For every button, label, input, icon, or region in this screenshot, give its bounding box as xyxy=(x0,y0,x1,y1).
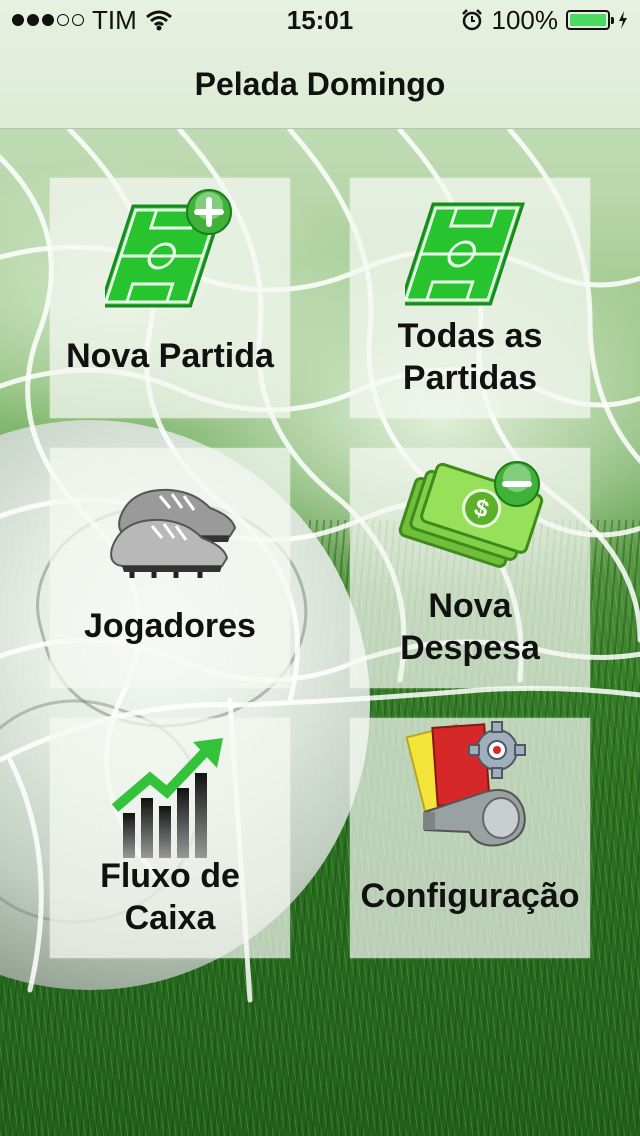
nova-partida-button[interactable]: Nova Partida xyxy=(50,178,290,418)
jogadores-label: Jogadores xyxy=(84,607,256,645)
chart-growth-icon xyxy=(111,738,223,858)
signal-dot-icon xyxy=(42,14,54,26)
page-title: Pelada Domingo xyxy=(194,66,446,102)
nova-despesa-label: Nova Despesa xyxy=(350,585,590,669)
signal-dot-icon xyxy=(57,14,69,26)
status-bar: TIM 15:01 100% xyxy=(0,0,640,40)
configuracao-label: Configuração xyxy=(360,877,580,915)
signal-strength-icon xyxy=(12,14,84,26)
nova-despesa-label-line1: Nova xyxy=(428,587,512,625)
signal-dot-icon xyxy=(27,14,39,26)
todas-partidas-label-line2: Partidas xyxy=(402,359,538,397)
todas-partidas-label: Todas as Partidas xyxy=(350,315,590,399)
signal-dot-icon xyxy=(72,14,84,26)
wifi-icon xyxy=(145,10,172,31)
configuracao-button[interactable]: Configuração xyxy=(350,718,590,958)
whistle-cards-gear-icon xyxy=(405,721,526,847)
nova-despesa-label-line2: Despesa xyxy=(400,629,540,667)
nova-despesa-button[interactable]: $ Nova Despesa xyxy=(350,448,590,688)
battery-icon xyxy=(566,10,614,30)
charging-bolt-icon xyxy=(619,11,627,29)
fluxo-caixa-button[interactable]: Fluxo de Caixa xyxy=(50,718,290,958)
carrier-name: TIM xyxy=(92,4,137,35)
todas-partidas-label-line1: Todas as xyxy=(397,317,543,355)
soccer-field-plus-icon xyxy=(105,189,232,308)
battery-percentage: 100% xyxy=(491,4,559,35)
jogadores-button[interactable]: Jogadores xyxy=(50,448,290,688)
fluxo-caixa-label-line1: Fluxo de xyxy=(100,857,240,895)
todas-partidas-button[interactable]: Todas as Partidas xyxy=(350,178,590,418)
fluxo-caixa-label: Fluxo de Caixa xyxy=(50,855,290,939)
money-minus-icon: $ xyxy=(398,461,544,568)
fluxo-caixa-label-line2: Caixa xyxy=(124,899,216,937)
soccer-field-icon xyxy=(405,202,525,306)
nova-partida-label: Nova Partida xyxy=(66,337,274,375)
cleats-icon xyxy=(110,488,237,578)
alarm-clock-icon xyxy=(461,9,482,31)
signal-dot-icon xyxy=(12,14,24,26)
